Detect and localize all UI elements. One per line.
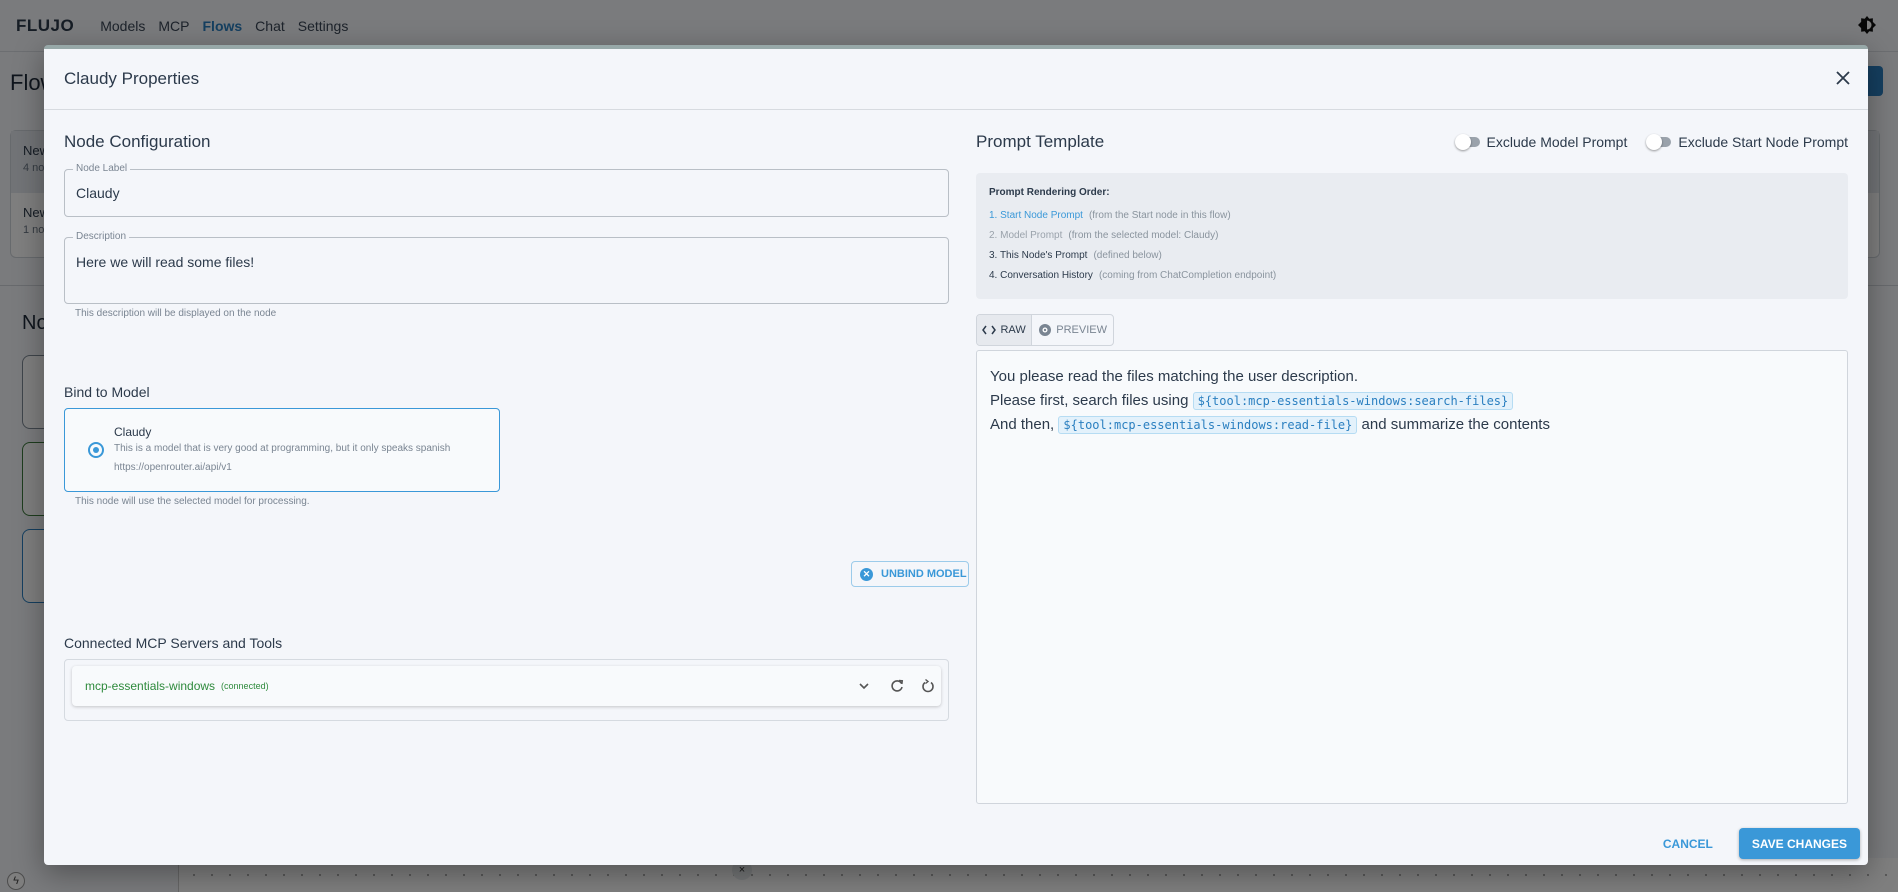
node-label-input[interactable]: Claudy [65,170,948,216]
model-helper: This node will use the selected model fo… [75,496,310,507]
step-note: (from the selected model: Claudy) [1068,230,1219,241]
node-configuration-panel: Node Configuration Node Label Claudy Des… [64,127,969,721]
cancel-button[interactable]: CANCEL [1655,831,1721,857]
description-legend: Description [73,231,130,243]
mcp-server-item[interactable]: mcp-essentials-windows (connected) [72,666,941,706]
node-label-legend: Node Label [73,163,131,175]
exclude-start-node-prompt-toggle[interactable]: Exclude Start Node Prompt [1646,134,1848,150]
step-label: 4. Conversation History [989,270,1093,281]
rendering-step: 1. Start Node Prompt (from the Start node… [989,206,1835,226]
toggle-label: Exclude Model Prompt [1486,134,1628,150]
refresh-icon[interactable] [888,677,906,695]
editor-text: and summarize the contents [1357,416,1550,433]
model-url: https://openrouter.ai/api/v1 [114,462,232,473]
unbind-model-label: UNBIND MODEL [881,568,967,580]
mcp-servers-list: mcp-essentials-windows (connected) [64,659,949,721]
bind-model-title: Bind to Model [64,384,150,400]
editor-line: And then, ${tool:mcp-essentials-windows:… [990,413,1834,437]
rendering-step: 4. Conversation History (coming from Chat… [989,266,1835,286]
exclude-model-prompt-toggle[interactable]: Exclude Model Prompt [1454,134,1628,150]
description-helper: This description will be displayed on th… [75,308,277,319]
tab-preview[interactable]: PREVIEW [1032,315,1113,345]
dialog-title: Claudy Properties [64,69,200,88]
unbind-model-button[interactable]: ✕ UNBIND MODEL [851,561,969,587]
step-label[interactable]: 1. Start Node Prompt [989,210,1083,221]
editor-text: And then, [990,416,1059,433]
model-description: This is a model that is very good at pro… [114,443,451,454]
dialog-actions: CANCEL SAVE CHANGES [1655,828,1860,859]
model-option-card[interactable]: Claudy This is a model that is very good… [64,408,500,492]
editor-line: You please read the files matching the u… [990,365,1834,389]
toggle-label: Exclude Start Node Prompt [1678,134,1848,150]
model-name: Claudy [114,425,152,439]
tab-raw-label: RAW [1000,324,1026,336]
eye-icon [1039,324,1052,336]
editor-mode-tabs: RAW PREVIEW [976,314,1114,346]
editor-line: Please first, search files using ${tool:… [990,389,1834,413]
step-label: 2. Model Prompt [989,230,1063,241]
rendering-step: 2. Model Prompt (from the selected model:… [989,226,1835,246]
mcp-server-name: mcp-essentials-windows [85,679,216,693]
prompt-rendering-order: Prompt Rendering Order: 1. Start Node Pr… [976,173,1848,299]
node-configuration-title: Node Configuration [64,132,211,151]
editor-text: You please read the files matching the u… [990,368,1359,385]
editor-text: Please first, search files using [990,392,1193,409]
prompt-template-panel: Prompt Template Exclude Model Prompt Exc… [976,127,1848,804]
tab-raw[interactable]: RAW [977,315,1033,345]
rendering-step: 3. This Node's Prompt (defined below) [989,246,1835,266]
node-properties-dialog: Claudy Properties Node Configuration Nod… [44,45,1868,865]
dialog-header: Claudy Properties [44,49,1868,110]
mcp-server-status: (connected) [221,681,269,691]
tool-reference-chip[interactable]: ${tool:mcp-essentials-windows:read-file} [1058,416,1358,434]
close-icon[interactable] [1832,67,1854,89]
model-radio[interactable] [88,442,104,458]
node-label-field[interactable]: Node Label Claudy [64,163,949,217]
toggle-switch[interactable] [1646,134,1672,150]
step-note: (defined below) [1093,250,1162,261]
description-input[interactable]: Here we will read some files! [65,238,948,270]
code-icon [982,325,997,335]
prompt-editor[interactable]: You please read the files matching the u… [976,350,1848,804]
chevron-down-icon[interactable] [855,677,873,695]
toggle-switch[interactable] [1454,134,1480,150]
step-note: (coming from ChatCompletion endpoint) [1098,270,1277,281]
restart-icon[interactable] [919,677,937,695]
save-changes-button[interactable]: SAVE CHANGES [1738,828,1860,859]
step-label: 3. This Node's Prompt [989,250,1088,261]
rendering-order-title: Prompt Rendering Order: [989,187,1110,198]
tool-reference-chip[interactable]: ${tool:mcp-essentials-windows:search-fil… [1192,392,1514,410]
tab-preview-label: PREVIEW [1056,324,1107,336]
cancel-circle-icon: ✕ [860,567,873,581]
prompt-toggles: Exclude Model Prompt Exclude Start Node … [1436,127,1848,157]
mcp-servers-title: Connected MCP Servers and Tools [64,635,283,651]
step-note: (from the Start node in this flow) [1088,210,1231,221]
description-field[interactable]: Description Here we will read some files… [64,231,949,304]
